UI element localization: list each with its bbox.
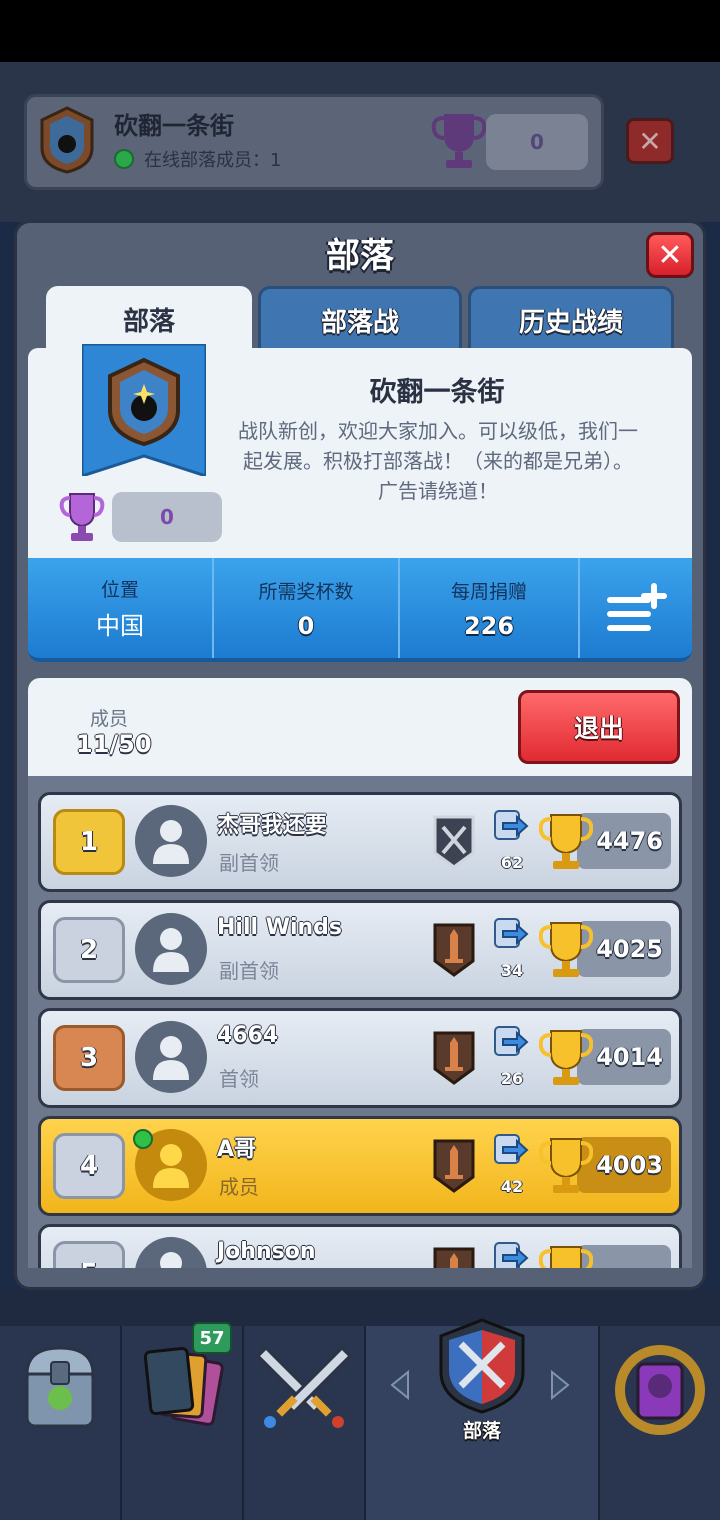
clan-name: 砍翻一条街 bbox=[369, 377, 505, 408]
chevron-right-icon[interactable] bbox=[548, 1370, 572, 1400]
stat-required-label: 所需奖杯数 bbox=[258, 580, 354, 603]
background-clan-name: 砍翻一条街 bbox=[114, 112, 234, 140]
donation-icon bbox=[494, 1242, 529, 1268]
avatar-icon bbox=[153, 928, 189, 972]
tab-war-history[interactable]: 历史战绩 bbox=[468, 286, 674, 352]
crossed-swords-icon bbox=[256, 1345, 352, 1428]
member-list: 1 杰哥我还要 副首领 62 4476 2 Hill Winds 副首领 34 … bbox=[28, 776, 692, 1268]
members-label: 成员 bbox=[90, 708, 129, 730]
member-donations: 26 bbox=[500, 1069, 524, 1088]
nav-events[interactable] bbox=[600, 1326, 720, 1520]
member-name: 杰哥我还要 bbox=[217, 813, 328, 838]
trophy-icon bbox=[431, 114, 487, 168]
leave-clan-button[interactable]: 退出 bbox=[518, 690, 680, 764]
member-role: 成员 bbox=[219, 1175, 259, 1199]
list-plus-icon bbox=[607, 583, 667, 631]
background-trophy-count: 0 bbox=[486, 114, 588, 170]
avatar-icon bbox=[160, 1252, 182, 1268]
members-count: 11/50 bbox=[76, 730, 152, 758]
member-name: A哥 bbox=[217, 1137, 257, 1162]
nav-battle[interactable] bbox=[244, 1326, 366, 1520]
donation-icon bbox=[494, 810, 529, 840]
avatar bbox=[135, 805, 207, 877]
trophy-icon bbox=[539, 1030, 593, 1085]
clan-shield-icon bbox=[439, 1318, 525, 1414]
league-badge-icon bbox=[433, 923, 475, 977]
chevron-left-icon[interactable] bbox=[388, 1370, 412, 1400]
stat-required-trophies: 所需奖杯数 0 bbox=[214, 558, 400, 658]
league-badge-icon bbox=[433, 1139, 475, 1193]
tab-clan[interactable]: 部落 bbox=[46, 286, 252, 352]
league-badge-icon bbox=[433, 815, 475, 869]
nav-cards[interactable] bbox=[122, 1326, 244, 1520]
nav-shop[interactable] bbox=[0, 1326, 122, 1520]
league-badge-icon bbox=[433, 1031, 475, 1085]
trophy-icon bbox=[59, 493, 105, 541]
member-rank: 4 bbox=[53, 1133, 125, 1199]
avatar-icon bbox=[153, 1144, 189, 1188]
clan-description: 战队新创，欢迎大家加入。可以级低，我们一起发展。积极打部落战！（来的都是兄弟）。… bbox=[238, 419, 638, 503]
background-close-button[interactable]: ✕ bbox=[626, 118, 674, 164]
member-donations: 62 bbox=[500, 853, 524, 872]
clan-info-menu-button[interactable] bbox=[580, 558, 692, 658]
member-name: Hill Winds bbox=[217, 915, 343, 940]
member-donations: 34 bbox=[500, 961, 524, 980]
league-badge-icon bbox=[433, 1247, 475, 1268]
donation-icon bbox=[494, 1134, 529, 1164]
avatar-icon bbox=[153, 820, 189, 864]
clan-stats-bar: 位置 中国 所需奖杯数 0 每周捐赠 226 bbox=[28, 558, 692, 662]
member-row[interactable]: 1 杰哥我还要 副首领 62 4476 bbox=[38, 792, 682, 892]
bottom-navigation bbox=[0, 1318, 720, 1520]
trophy-icon bbox=[539, 1138, 593, 1193]
stat-donations-label: 每周捐赠 bbox=[450, 580, 527, 603]
member-role: 首领 bbox=[219, 1067, 259, 1091]
member-rank: 1 bbox=[53, 809, 125, 875]
panel-title: 部落 bbox=[326, 236, 394, 276]
donation-icon bbox=[494, 1026, 529, 1056]
member-rank: 5 bbox=[53, 1241, 125, 1268]
status-bar bbox=[0, 0, 720, 62]
online-indicator-icon bbox=[133, 1129, 153, 1149]
stat-location: 位置 中国 bbox=[28, 558, 214, 658]
member-role: 副首领 bbox=[219, 959, 279, 983]
member-rank: 2 bbox=[53, 917, 125, 983]
clan-trophy-count: 0 bbox=[112, 492, 222, 542]
stat-donations-value: 226 bbox=[463, 611, 515, 640]
member-donations: 42 bbox=[500, 1177, 524, 1196]
close-button[interactable]: ✕ bbox=[646, 232, 694, 278]
clan-badge-icon bbox=[40, 106, 94, 174]
cards-count-badge: 57 bbox=[192, 1322, 232, 1354]
donation-icon bbox=[494, 918, 529, 948]
trophy-icon bbox=[539, 1246, 593, 1268]
stat-location-label: 位置 bbox=[100, 579, 139, 601]
trophy-icon bbox=[539, 922, 593, 977]
member-role: 副首领 bbox=[219, 851, 279, 875]
avatar bbox=[135, 913, 207, 985]
member-row[interactable]: 2 Hill Winds 副首领 34 4025 bbox=[38, 900, 682, 1000]
member-row-self[interactable]: 4 A哥 成员 42 4003 bbox=[38, 1116, 682, 1216]
shop-chest-icon bbox=[25, 1346, 95, 1428]
stat-required-value: 0 bbox=[297, 611, 315, 640]
background-online-text: 在线部落成员：1 bbox=[144, 150, 282, 171]
member-row[interactable]: 3 4664 首领 26 4014 bbox=[38, 1008, 682, 1108]
avatar bbox=[135, 1021, 207, 1093]
online-indicator-icon bbox=[114, 149, 134, 169]
nav-clan-label: 部落 bbox=[462, 1420, 501, 1442]
member-rank: 3 bbox=[53, 1025, 125, 1091]
stat-weekly-donations: 每周捐赠 226 bbox=[400, 558, 580, 658]
league-laurel-icon bbox=[615, 1345, 705, 1435]
trophy-icon bbox=[539, 814, 593, 869]
stat-location-value: 中国 bbox=[96, 612, 144, 640]
member-name: Johnson bbox=[217, 1239, 316, 1264]
avatar bbox=[135, 1237, 207, 1268]
member-name: 4664 bbox=[217, 1023, 279, 1048]
avatar-icon bbox=[153, 1036, 189, 1080]
tab-clan-war[interactable]: 部落战 bbox=[258, 286, 462, 352]
clan-banner-icon bbox=[82, 344, 206, 476]
member-row[interactable]: 5 Johnson bbox=[38, 1224, 682, 1268]
